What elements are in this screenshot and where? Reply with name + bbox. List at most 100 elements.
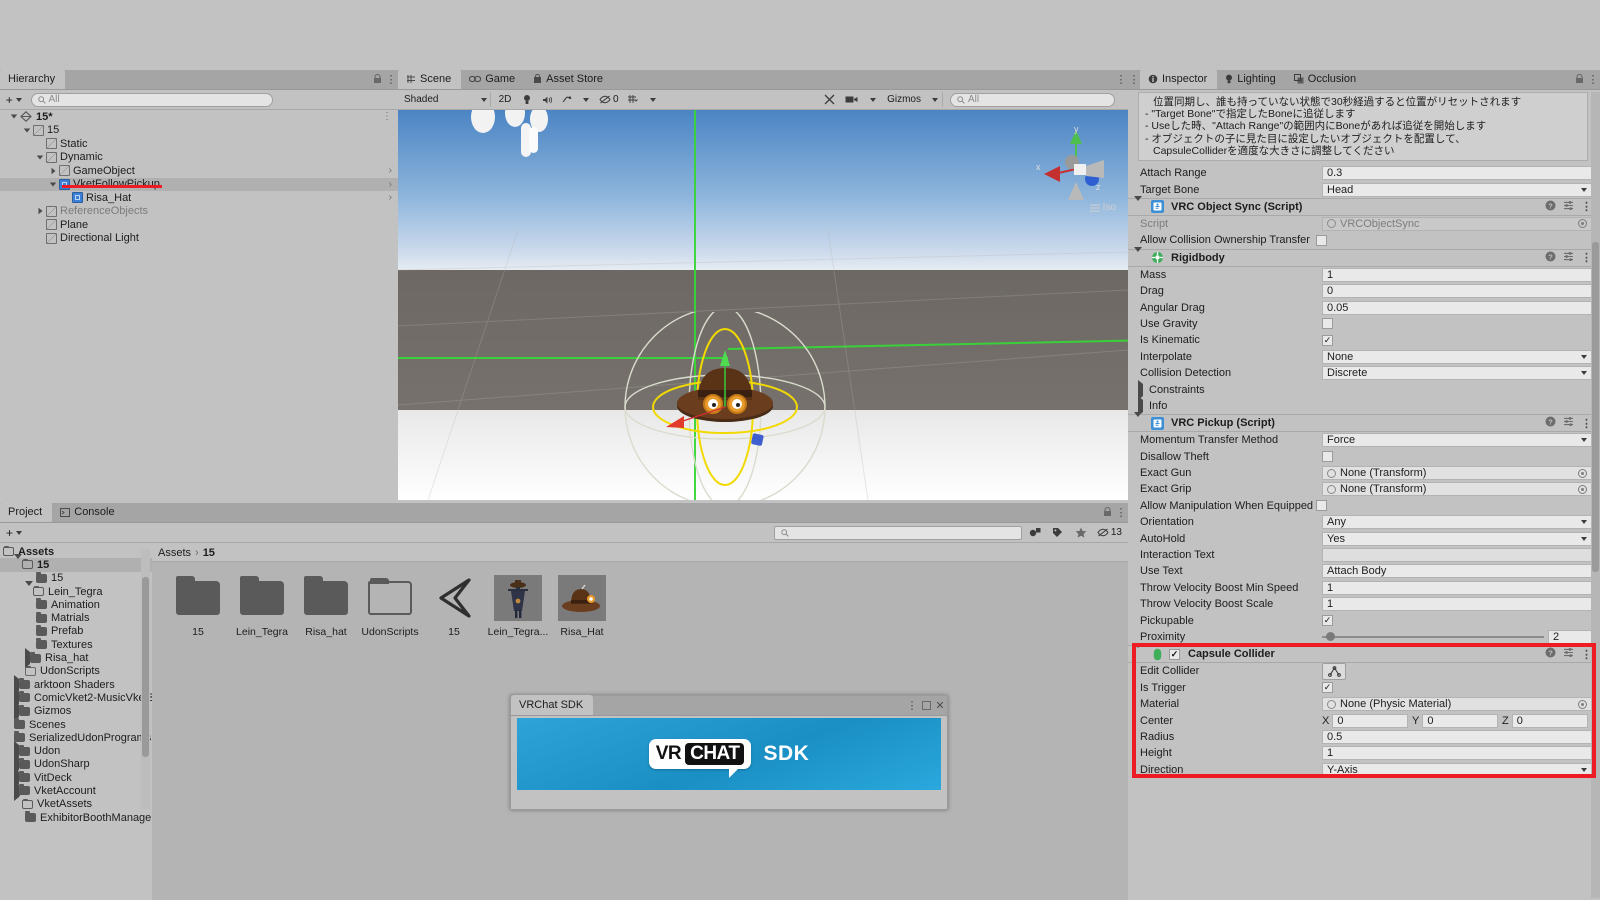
foldout-expanded-icon[interactable] bbox=[1134, 195, 1146, 213]
text-input[interactable]: 0.5 bbox=[1322, 729, 1592, 744]
foldout-collapsed-icon[interactable] bbox=[34, 207, 46, 215]
help-icon[interactable]: ? bbox=[1545, 416, 1556, 430]
hierarchy-item-15-[interactable]: 15* ⋮ bbox=[0, 110, 398, 124]
scene-fx-dropdown[interactable] bbox=[578, 92, 594, 107]
project-tree-item-vitdeck[interactable]: VitDeck bbox=[0, 767, 152, 788]
foldout-expanded-icon[interactable] bbox=[14, 553, 22, 571]
project-tree-item-risa-hat[interactable]: Risa_hat bbox=[0, 648, 152, 669]
scene-grid-dropdown[interactable] bbox=[644, 92, 661, 107]
dropdown-field[interactable]: Head bbox=[1322, 182, 1592, 197]
asset-item[interactable]: Lein_Tegra bbox=[230, 574, 294, 638]
scene-search-input[interactable]: All bbox=[950, 92, 1115, 107]
hierarchy-item-dynamic[interactable]: Dynamic bbox=[0, 151, 398, 165]
checkbox[interactable]: ✓ bbox=[1322, 682, 1333, 694]
object-picker-icon[interactable] bbox=[1578, 484, 1587, 494]
text-input[interactable]: 0 bbox=[1322, 284, 1592, 299]
asset-item[interactable]: Lein_Tegra... bbox=[486, 574, 550, 638]
asset-item[interactable]: 15 bbox=[422, 574, 486, 638]
project-menu-icon[interactable]: ⋮ bbox=[1114, 502, 1128, 522]
scene-context-menu-icon[interactable]: ⋮ bbox=[382, 111, 392, 122]
text-input[interactable]: Attach Body bbox=[1322, 564, 1592, 579]
preset-icon[interactable] bbox=[1563, 251, 1574, 265]
foldout-expanded-icon[interactable] bbox=[47, 182, 59, 187]
scene-orientation-gizmo[interactable]: y x z Iso bbox=[1034, 124, 1118, 213]
scene-audio-icon[interactable] bbox=[538, 92, 556, 107]
project-tree-item-matrials[interactable]: Matrials bbox=[0, 611, 152, 624]
dropdown-field[interactable]: Discrete bbox=[1322, 366, 1592, 381]
text-input[interactable]: 0.05 bbox=[1322, 300, 1592, 315]
object-picker-icon[interactable] bbox=[1578, 468, 1587, 478]
tab-lighting[interactable]: Lighting bbox=[1217, 69, 1286, 89]
foldout-expanded-icon[interactable] bbox=[1134, 246, 1146, 264]
project-tree-item-15[interactable]: 15 bbox=[0, 571, 152, 585]
tab-scene[interactable]: Scene bbox=[398, 69, 462, 89]
scene-camera-icon[interactable] bbox=[842, 92, 863, 107]
component-enabled-checkbox[interactable]: ✓ bbox=[1169, 648, 1180, 660]
sdk-close-icon[interactable]: ✕ bbox=[933, 695, 947, 715]
project-tree-item-prefab[interactable]: Prefab bbox=[0, 624, 152, 638]
object-reference-field[interactable]: None (Physic Material) bbox=[1322, 697, 1592, 712]
hierarchy-item-static[interactable]: Static bbox=[0, 137, 398, 151]
checkbox[interactable] bbox=[1322, 451, 1333, 463]
hierarchy-item-directional-light[interactable]: Directional Light bbox=[0, 232, 398, 246]
preset-icon[interactable] bbox=[1563, 647, 1574, 661]
scene-viewport[interactable]: y x z Iso bbox=[398, 110, 1128, 500]
component-header[interactable]: VRC Pickup (Script)? ⋮ bbox=[1128, 412, 1600, 433]
project-tree-item-scenes[interactable]: Scenes bbox=[0, 718, 152, 731]
project-tree-item-vketaccount[interactable]: VketAccount bbox=[0, 780, 152, 801]
scene-camera-dropdown[interactable] bbox=[865, 92, 882, 107]
prefab-open-arrow-icon[interactable]: › bbox=[389, 192, 392, 203]
help-icon[interactable]: ? bbox=[1545, 251, 1556, 265]
sdk-maximize-icon[interactable] bbox=[919, 695, 933, 715]
prefab-open-arrow-icon[interactable]: › bbox=[389, 179, 392, 190]
tab-hierarchy[interactable]: Hierarchy bbox=[0, 69, 66, 89]
foldout-expanded-icon[interactable] bbox=[21, 128, 33, 133]
dropdown-field[interactable]: Yes bbox=[1322, 531, 1592, 546]
project-hidden-count[interactable]: 13 bbox=[1093, 525, 1125, 540]
asset-item[interactable]: UdonScripts bbox=[358, 574, 422, 638]
dropdown-field[interactable]: Any bbox=[1322, 515, 1592, 530]
checkbox[interactable] bbox=[1316, 500, 1327, 512]
inspector-panel-menu-icon[interactable]: ⋮ bbox=[1128, 69, 1140, 89]
hierarchy-item-gameobject[interactable]: GameObject › bbox=[0, 164, 398, 178]
x-axis-input[interactable]: 0 bbox=[1332, 713, 1408, 728]
text-input[interactable]: 1 bbox=[1322, 597, 1592, 612]
asset-item[interactable]: Risa_Hat bbox=[550, 574, 614, 638]
text-input[interactable]: 0.3 bbox=[1322, 166, 1592, 181]
project-tree-item-exhibitorboothmanager[interactable]: ExhibitorBoothManager bbox=[0, 811, 152, 824]
toggle-2d-button[interactable]: 2D bbox=[494, 92, 516, 107]
help-icon[interactable]: ? bbox=[1545, 647, 1556, 661]
hierarchy-item-risa-hat[interactable]: Risa_Hat › bbox=[0, 191, 398, 205]
tab-asset-store[interactable]: Asset Store bbox=[525, 69, 613, 89]
preset-icon[interactable] bbox=[1563, 200, 1574, 214]
scene-lighting-icon[interactable] bbox=[519, 92, 535, 107]
foldout-expanded-icon[interactable] bbox=[34, 155, 46, 160]
hierarchy-item-referenceobjects[interactable]: ReferenceObjects bbox=[0, 205, 398, 219]
scene-fx-icon[interactable] bbox=[559, 92, 575, 107]
gizmos-dropdown-caret[interactable] bbox=[927, 92, 943, 107]
filter-by-type-icon[interactable] bbox=[1024, 525, 1045, 540]
text-input[interactable]: 1 bbox=[1322, 580, 1592, 595]
hierarchy-search-input[interactable]: All bbox=[30, 92, 273, 107]
foldout-collapsed-icon[interactable] bbox=[1138, 379, 1149, 400]
inspector-scrollbar[interactable] bbox=[1591, 92, 1600, 898]
checkbox[interactable]: ✓ bbox=[1322, 334, 1333, 346]
object-reference-field[interactable]: None (Transform) bbox=[1322, 466, 1592, 481]
y-axis-input[interactable]: 0 bbox=[1422, 713, 1498, 728]
lock-icon[interactable] bbox=[370, 69, 384, 89]
breadcrumb-assets[interactable]: Assets bbox=[158, 547, 191, 559]
project-tree-item-udonscripts[interactable]: UdonScripts bbox=[0, 665, 152, 678]
slider-value-input[interactable]: 2 bbox=[1548, 629, 1592, 644]
tab-game[interactable]: Game bbox=[461, 69, 525, 89]
favorites-star-icon[interactable] bbox=[1070, 525, 1091, 540]
project-create-dropdown[interactable]: + bbox=[3, 525, 25, 540]
dropdown-field[interactable]: None bbox=[1322, 349, 1592, 364]
hierarchy-item-plane[interactable]: Plane bbox=[0, 218, 398, 232]
object-reference-field[interactable]: VRCObjectSync bbox=[1322, 216, 1592, 231]
component-header[interactable]: ✓ Capsule Collider? ⋮ bbox=[1128, 643, 1600, 664]
foldout-expanded-icon[interactable] bbox=[1134, 412, 1146, 430]
preset-icon[interactable] bbox=[1563, 416, 1574, 430]
scene-menu-icon[interactable]: ⋮ bbox=[1114, 69, 1128, 89]
filter-by-label-icon[interactable] bbox=[1047, 525, 1068, 540]
object-picker-icon[interactable] bbox=[1578, 699, 1587, 709]
